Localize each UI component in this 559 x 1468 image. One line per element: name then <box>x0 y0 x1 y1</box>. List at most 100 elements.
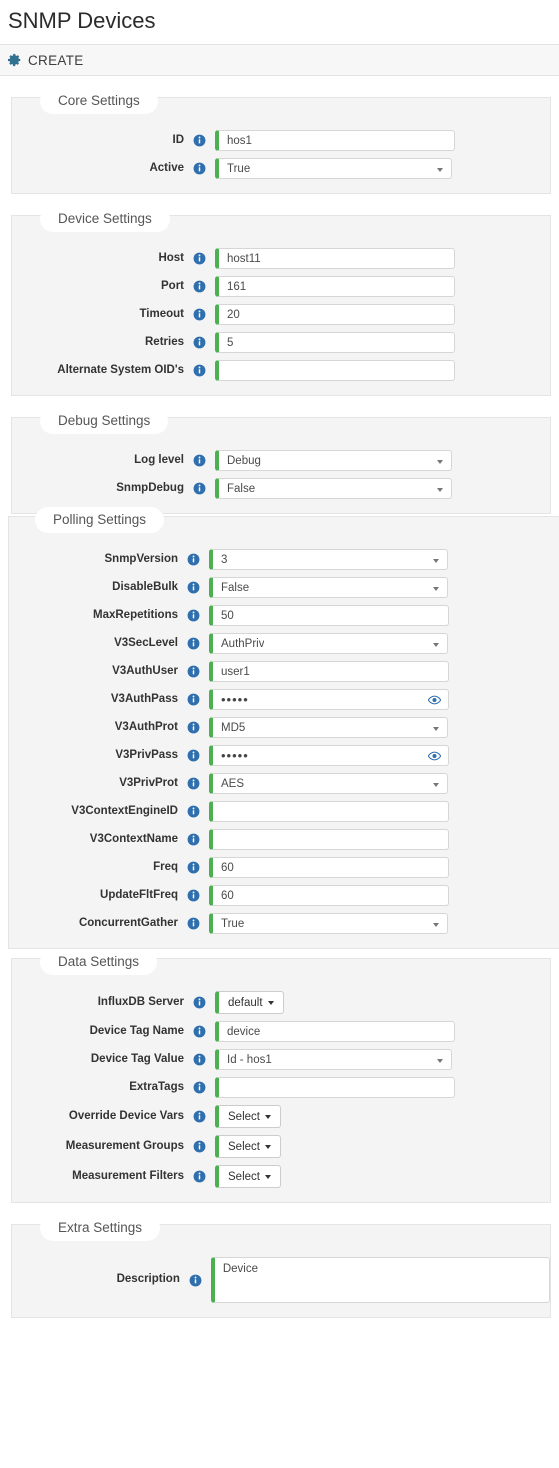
info-icon[interactable] <box>193 996 206 1009</box>
select-snmpversion[interactable]: 3 <box>209 549 448 571</box>
form-row: V3AuthPass ••••• <box>9 689 559 711</box>
info-icon[interactable] <box>193 454 206 467</box>
dropdown-label: Select <box>228 1170 260 1183</box>
info-icon[interactable] <box>187 777 200 790</box>
info-icon[interactable] <box>187 553 200 566</box>
panel-data-settings: Data Settings InfluxDB Server default Devic… <box>11 949 551 1204</box>
form-row: Alternate System OID's <box>12 360 550 382</box>
info-icon[interactable] <box>193 336 206 349</box>
field-label: Host <box>158 251 184 264</box>
field-label: ExtraTags <box>129 1080 184 1093</box>
textarea-value: Device <box>222 1263 259 1276</box>
info-icon[interactable] <box>189 1274 202 1287</box>
info-icon[interactable] <box>193 1110 206 1123</box>
eye-icon[interactable] <box>428 694 441 706</box>
info-icon[interactable] <box>187 861 200 874</box>
input-v3authuser[interactable]: user1 <box>209 661 449 683</box>
select-value: Debug <box>227 454 261 467</box>
form-row: Description Device <box>12 1257 550 1304</box>
form-row: V3SecLevel AuthPriv <box>9 633 559 655</box>
info-icon[interactable] <box>193 364 206 377</box>
select-disablebulk[interactable]: False <box>209 577 448 599</box>
spacer-top <box>0 76 559 88</box>
input-device-tag-name[interactable]: device <box>215 1021 455 1043</box>
input-value: 161 <box>227 280 247 293</box>
form-row: SnmpDebug False <box>12 478 550 500</box>
info-icon[interactable] <box>187 665 200 678</box>
create-button[interactable]: CREATE <box>8 53 84 68</box>
dropdown-label: Select <box>228 1110 260 1123</box>
select-value: AuthPriv <box>221 637 265 650</box>
input-id[interactable]: hos1 <box>215 130 455 152</box>
input-retries[interactable]: 5 <box>215 332 455 354</box>
info-icon[interactable] <box>193 1025 206 1038</box>
info-icon[interactable] <box>187 609 200 622</box>
panel-gap <box>0 194 559 206</box>
dropdown-influxdb-server[interactable]: default <box>215 991 284 1015</box>
input-alternate-system-oid's[interactable] <box>215 360 455 382</box>
select-log-level[interactable]: Debug <box>215 450 452 472</box>
input-host[interactable]: host11 <box>215 248 455 270</box>
info-icon[interactable] <box>193 1140 206 1153</box>
form-row: V3PrivPass ••••• <box>9 745 559 767</box>
input-value: host11 <box>227 252 261 265</box>
input-port[interactable]: 161 <box>215 276 455 298</box>
info-icon[interactable] <box>193 1170 206 1183</box>
info-icon[interactable] <box>193 252 206 265</box>
form-row: UpdateFltFreq 60 <box>9 885 559 907</box>
dropdown-override-device-vars[interactable]: Select <box>215 1105 281 1129</box>
select-active[interactable]: True <box>215 158 452 180</box>
form-row: ID hos1 <box>12 130 550 152</box>
panel-legend: Polling Settings <box>35 507 165 534</box>
password-v3authpass[interactable]: ••••• <box>209 689 449 711</box>
dropdown-measurement-groups[interactable]: Select <box>215 1135 281 1159</box>
input-maxrepetitions[interactable]: 50 <box>209 605 449 627</box>
select-device-tag-value[interactable]: Id - hos1 <box>215 1049 452 1071</box>
input-v3contextengineid[interactable] <box>209 801 449 823</box>
input-freq[interactable]: 60 <box>209 857 449 879</box>
field-label: SnmpDebug <box>116 481 184 494</box>
field-label: Device Tag Value <box>90 1052 184 1065</box>
dropdown-measurement-filters[interactable]: Select <box>215 1165 281 1189</box>
select-concurrentgather[interactable]: True <box>209 913 448 935</box>
input-updatefltfreq[interactable]: 60 <box>209 885 449 907</box>
info-icon[interactable] <box>187 693 200 706</box>
select-v3seclevel[interactable]: AuthPriv <box>209 633 448 655</box>
select-value: True <box>227 162 251 175</box>
input-timeout[interactable]: 20 <box>215 304 455 326</box>
info-icon[interactable] <box>193 1053 206 1066</box>
info-icon[interactable] <box>193 134 206 147</box>
info-icon[interactable] <box>187 805 200 818</box>
field-label: Device Tag Name <box>89 1024 184 1037</box>
password-v3privpass[interactable]: ••••• <box>209 745 449 767</box>
input-v3contextname[interactable] <box>209 829 449 851</box>
info-icon[interactable] <box>187 889 200 902</box>
select-snmpdebug[interactable]: False <box>215 478 452 500</box>
eye-icon[interactable] <box>428 750 441 762</box>
info-icon[interactable] <box>193 308 206 321</box>
info-icon[interactable] <box>193 162 206 175</box>
textarea-description[interactable]: Device <box>210 1257 550 1304</box>
panel-body: SnmpVersion 3 DisableBulk False MaxRepetitio… <box>9 517 559 948</box>
input-value: 60 <box>221 889 234 902</box>
info-icon[interactable] <box>193 482 206 495</box>
select-v3authprot[interactable]: MD5 <box>209 717 448 739</box>
info-icon[interactable] <box>193 280 206 293</box>
field-label: V3AuthUser <box>112 664 178 677</box>
info-icon[interactable] <box>187 749 200 762</box>
info-icon[interactable] <box>187 833 200 846</box>
info-icon[interactable] <box>187 917 200 930</box>
select-value: AES <box>221 777 245 790</box>
info-icon[interactable] <box>187 581 200 594</box>
field-label: Timeout <box>139 307 184 320</box>
field-label: V3PrivProt <box>119 776 178 789</box>
field-label: ConcurrentGather <box>78 916 178 929</box>
info-icon[interactable] <box>187 637 200 650</box>
form-row: Freq 60 <box>9 857 559 879</box>
input-value: user1 <box>221 665 250 678</box>
select-v3privprot[interactable]: AES <box>209 773 448 795</box>
info-icon[interactable] <box>187 721 200 734</box>
info-icon[interactable] <box>193 1081 206 1094</box>
input-extratags[interactable] <box>215 1077 455 1099</box>
panel-body: Host host11 Port 161 Timeout 20 Retries 5 Altern… <box>12 216 550 395</box>
